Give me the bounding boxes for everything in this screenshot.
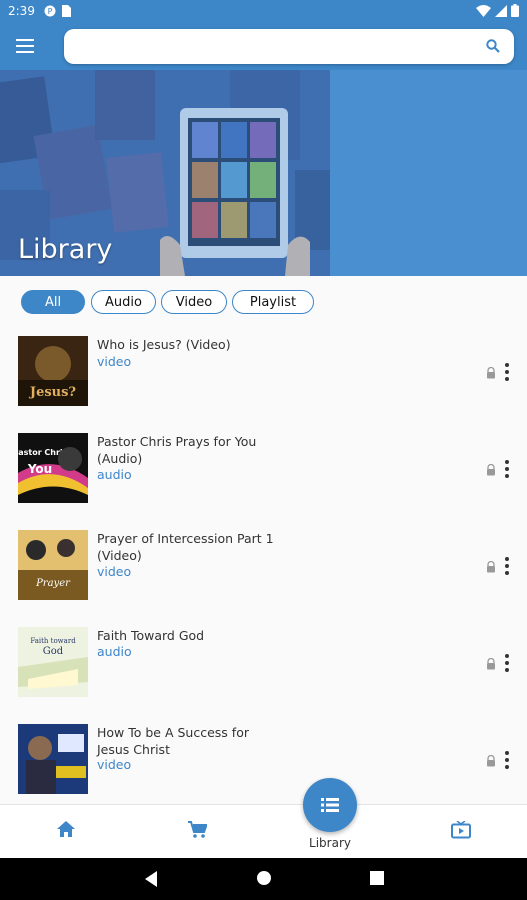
svg-text:Prayer: Prayer [35, 578, 71, 589]
thumbnail: Faith toward God [18, 627, 88, 697]
thumbnail [18, 724, 88, 794]
notification-icon: P [44, 5, 56, 17]
more-options-button[interactable] [501, 460, 513, 478]
svg-text:P: P [48, 7, 53, 16]
library-nav-label: Library [309, 836, 351, 850]
search-input[interactable] [76, 29, 476, 64]
list-item[interactable]: Faith toward God Faith Toward God audio [0, 623, 527, 720]
item-type: video [97, 757, 132, 772]
item-type: audio [97, 467, 132, 482]
library-banner: Library [0, 70, 527, 276]
filter-all-chip[interactable]: All [21, 290, 85, 314]
library-button[interactable] [303, 778, 357, 832]
list-item[interactable]: How To be A Success for Jesus Christ vid… [0, 720, 527, 804]
home-button-icon[interactable] [257, 871, 271, 885]
item-title: Faith Toward God [97, 628, 205, 643]
thumbnail: Pastor Chris You [18, 433, 88, 503]
lock-icon [487, 658, 495, 670]
bottom-navigation [0, 804, 527, 858]
wifi-icon [476, 4, 491, 17]
search-icon[interactable] [486, 39, 500, 53]
more-options-button[interactable] [501, 751, 513, 769]
status-bar: 2:39 P [0, 0, 527, 22]
search-bar [64, 29, 514, 64]
system-navigation-bar [0, 858, 527, 900]
filter-audio-chip[interactable]: Audio [91, 290, 156, 314]
item-type: video [97, 354, 132, 369]
list-item[interactable]: Prayer Prayer of Intercession Part 1 (Vi… [0, 526, 527, 623]
item-title: Prayer of Intercession Part 1 (Video) [97, 531, 274, 563]
thumbnail: Jesus? [18, 336, 88, 406]
svg-text:You: You [27, 462, 52, 476]
filter-chips: All Audio Video Playlist [0, 276, 527, 328]
app-bar [0, 22, 527, 70]
library-icon [321, 798, 339, 812]
battery-icon [511, 4, 519, 17]
home-icon[interactable] [57, 821, 75, 837]
list-item[interactable]: Jesus? Who is Jesus? (Video) video [0, 332, 527, 429]
back-icon[interactable] [145, 871, 159, 887]
svg-text:God: God [43, 646, 64, 657]
svg-text:Faith toward: Faith toward [30, 637, 76, 645]
lock-icon [487, 464, 495, 476]
cart-icon[interactable] [188, 821, 207, 839]
sim-icon [62, 5, 71, 17]
lock-icon [487, 367, 495, 379]
more-options-button[interactable] [501, 363, 513, 381]
filter-playlist-chip[interactable]: Playlist [232, 290, 314, 314]
status-time: 2:39 [8, 4, 35, 18]
lock-icon [487, 561, 495, 573]
tv-icon[interactable] [451, 821, 471, 839]
filter-video-chip[interactable]: Video [161, 290, 227, 314]
item-title: How To be A Success for Jesus Christ [97, 725, 249, 757]
hamburger-icon [16, 39, 34, 53]
signal-icon [495, 4, 507, 17]
page-title: Library [18, 234, 113, 265]
svg-text:Jesus?: Jesus? [29, 385, 77, 400]
media-list: Jesus? Who is Jesus? (Video) video Pasto… [0, 328, 527, 804]
item-type: audio [97, 644, 132, 659]
item-title: Pastor Chris Prays for You (Audio) [97, 434, 257, 466]
recents-icon[interactable] [370, 871, 384, 885]
item-type: video [97, 564, 132, 579]
thumbnail: Prayer [18, 530, 88, 600]
list-item[interactable]: Pastor Chris You Pastor Chris Prays for … [0, 429, 527, 526]
more-options-button[interactable] [501, 654, 513, 672]
menu-button[interactable] [10, 34, 40, 58]
item-title: Who is Jesus? (Video) [97, 337, 231, 352]
lock-icon [487, 755, 495, 767]
more-options-button[interactable] [501, 557, 513, 575]
